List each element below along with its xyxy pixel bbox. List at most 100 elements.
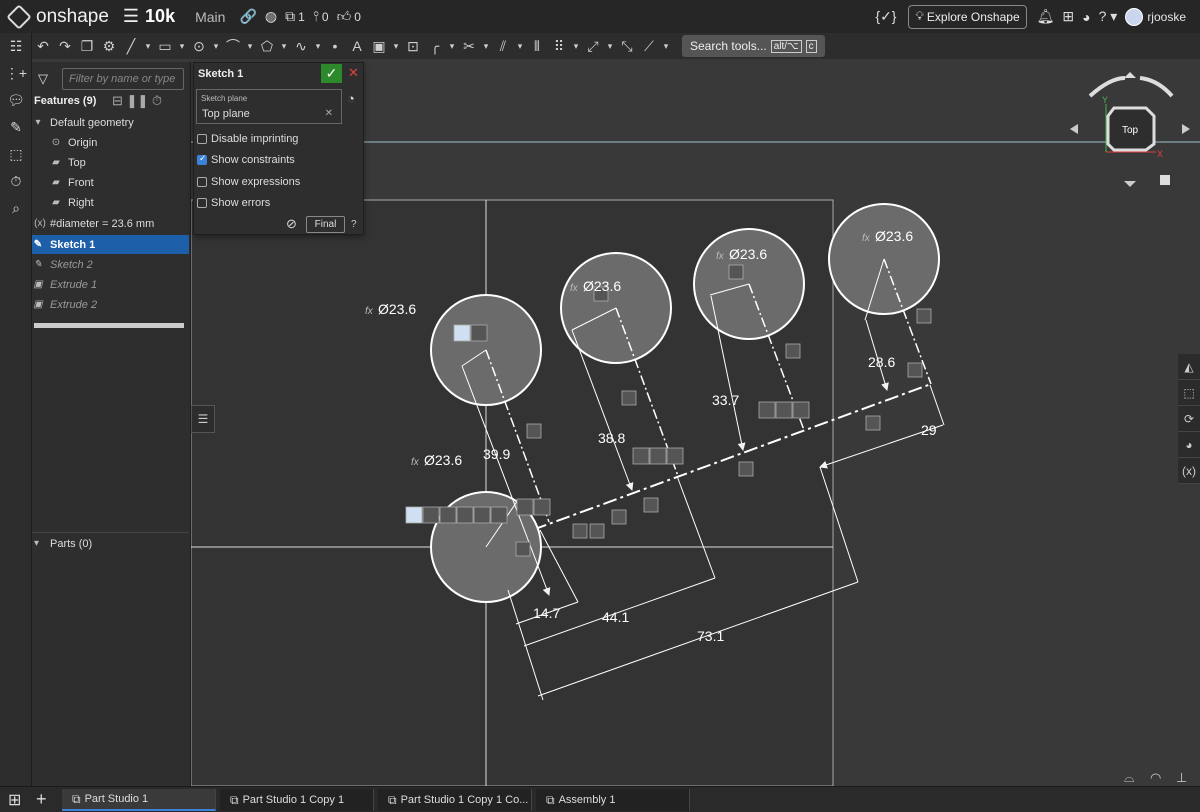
disable-imprinting-checkbox[interactable]: Disable imprinting [197, 133, 298, 145]
branch-name[interactable]: Main [195, 9, 225, 25]
named-views-icon[interactable]: ⟳ [1178, 406, 1200, 432]
rollback-bar[interactable] [34, 323, 184, 328]
chevron-down-icon[interactable]: ▾ [244, 41, 256, 52]
tab-part-studio-1-copy-1-copy[interactable]: ⧉ Part Studio 1 Copy 1 Co... [378, 789, 532, 811]
dimension-value[interactable]: 39.9 [483, 446, 510, 462]
add-tab-button[interactable]: + [36, 789, 47, 810]
chevron-down-icon[interactable]: ▾ [390, 41, 402, 52]
diameter-dimension[interactable]: Ø23.6 [424, 452, 462, 468]
circle-tool-icon[interactable]: ⊙ [188, 38, 210, 55]
render-icon[interactable]: ◕ [1178, 432, 1200, 458]
diameter-dimension[interactable]: Ø23.6 [583, 278, 621, 294]
final-button[interactable]: Final [306, 216, 345, 233]
undo-icon[interactable]: ↶ [32, 38, 54, 55]
feature-item[interactable]: ✎ Sketch 2 [32, 255, 189, 274]
learning-center-icon[interactable]: ◕ [1082, 9, 1090, 25]
search-tools-icon[interactable]: ⌕ [0, 195, 32, 222]
sketch-plane-field[interactable]: Sketch plane Top plane ✕ [196, 89, 342, 124]
dialog-clock-icon[interactable]: ◔ [347, 91, 355, 106]
globe-icon[interactable]: ◍ [265, 8, 277, 25]
feature-item[interactable]: ▰ Front [32, 173, 189, 192]
measure-icon[interactable]: ◠ [1150, 771, 1161, 786]
variables-icon[interactable]: ⋮+ [0, 60, 32, 87]
dimension-value[interactable]: 73.1 [697, 628, 724, 644]
settings-gear-icon[interactable]: ⚙ [98, 38, 120, 55]
compare-icon[interactable]: ⊘ [286, 216, 297, 232]
rotate-right-icon[interactable] [1182, 124, 1190, 134]
pattern-tool-icon[interactable]: ⠿ [548, 38, 570, 55]
variable-table-icon[interactable]: (x) [1178, 458, 1200, 484]
tab-assembly-1[interactable]: ⧉ Assembly 1 [536, 789, 690, 811]
filter-icon[interactable]: ▽ [38, 71, 48, 87]
cancel-button[interactable]: ✕ [348, 65, 359, 81]
offset-tool-icon[interactable]: ⫽ [492, 38, 514, 55]
feature-list-icon[interactable]: ☷ [0, 33, 32, 60]
show-constraints-checkbox[interactable]: Show constraints [197, 153, 295, 166]
chevron-down-icon[interactable]: ▾ [604, 41, 616, 52]
feature-item[interactable]: ▰ Top [32, 153, 189, 172]
chevron-down-icon[interactable]: ▾ [312, 41, 324, 52]
fillet-tool-icon[interactable]: ╭ [424, 38, 446, 55]
explore-onshape-button[interactable]: 💡︎ Explore Onshape [908, 4, 1027, 29]
avatar[interactable] [1125, 7, 1144, 26]
panel-list-icon[interactable]: ☰ [191, 405, 215, 433]
branches-button[interactable]: ⫯ 0 [313, 8, 329, 25]
chevron-down-icon[interactable]: ▾ [176, 41, 188, 52]
onshape-logo[interactable]: onshape [6, 3, 123, 30]
dimension-tool-icon[interactable]: ⟋ [638, 38, 660, 55]
checkbox[interactable] [197, 134, 207, 144]
notifications-bell-icon[interactable]: 🔔︎ [1037, 8, 1055, 25]
chevron-down-icon[interactable]: ▾ [210, 41, 222, 52]
comments-icon[interactable]: 💬︎ [0, 87, 32, 114]
section-view-icon[interactable]: ⌓ [1124, 771, 1134, 786]
feature-item[interactable]: ▣ Extrude 2 [32, 295, 189, 314]
dimension-value[interactable]: 29 [921, 422, 937, 438]
featurescript-icon[interactable]: {✓} [875, 8, 896, 25]
search-tools-button[interactable]: Search tools... alt/⌥ c [682, 35, 825, 57]
spline-tool-icon[interactable]: ∿ [290, 38, 312, 55]
view-cube[interactable]: Top Y X [1070, 72, 1190, 187]
apps-grid-icon[interactable]: ⊞ [1062, 8, 1074, 25]
rotate-up-arrow[interactable] [1124, 72, 1136, 78]
rotate-down-icon[interactable] [1124, 181, 1136, 187]
chevron-down-icon[interactable]: ▾ [514, 41, 526, 52]
feature-filter-input[interactable]: Filter by name or type [62, 68, 184, 90]
appearance-icon[interactable]: ◭ [1178, 354, 1200, 380]
construction-tool-icon[interactable]: ⤡ [616, 38, 638, 55]
polygon-tool-icon[interactable]: ⬠ [256, 38, 278, 55]
dimension-value[interactable]: 14.7 [533, 605, 560, 621]
menu-icon[interactable]: ☰ [123, 6, 139, 27]
checkbox[interactable] [197, 177, 207, 187]
redo-icon[interactable]: ↷ [54, 38, 76, 55]
chevron-down-icon[interactable]: ▾ [142, 41, 154, 52]
chevron-down-icon[interactable]: ▾ [570, 41, 582, 52]
help-icon[interactable]: ? ▾ [1099, 8, 1118, 25]
parts-list-header[interactable]: ▾ Parts (0) [32, 532, 189, 554]
insert-dxf-icon[interactable]: ⊡ [402, 38, 424, 55]
view-cube-menu-icon[interactable] [1160, 175, 1170, 185]
document-name[interactable]: 10k [145, 6, 175, 27]
transform-tool-icon[interactable]: ⤢ [582, 38, 604, 55]
help-icon[interactable]: ? [351, 219, 357, 230]
feature-header-icons[interactable]: ⊟ ❚❚ ⏱ [112, 93, 162, 109]
feature-item[interactable]: ▾ Default geometry [32, 113, 189, 132]
like-button[interactable]: 👍︎ 0 [337, 8, 361, 25]
notes-icon[interactable]: ✎ [0, 114, 32, 141]
rotate-left-icon[interactable] [1070, 124, 1078, 134]
chevron-down-icon[interactable]: ▾ [278, 41, 290, 52]
rotate-right-arrow[interactable] [1139, 76, 1174, 98]
rotate-left-arrow[interactable] [1088, 76, 1126, 98]
diameter-dimension[interactable]: Ø23.6 [875, 228, 913, 244]
copy-icon[interactable]: ❐ [76, 38, 98, 55]
mirror-tool-icon[interactable]: ⫴ [526, 38, 548, 55]
diameter-dimension[interactable]: Ø23.6 [729, 246, 767, 262]
chevron-down-icon[interactable]: ▾ [480, 41, 492, 52]
show-errors-checkbox[interactable]: Show errors [197, 197, 270, 209]
dimension-value[interactable]: 28.6 [868, 354, 895, 370]
point-tool-icon[interactable]: • [324, 38, 346, 54]
feature-item[interactable]: ✎ Sketch 1 [32, 235, 189, 254]
chevron-down-icon[interactable]: ▾ [660, 41, 672, 52]
parts-icon[interactable]: ⬚ [0, 141, 32, 168]
dimension-value[interactable]: 33.7 [712, 392, 739, 408]
dimension-value[interactable]: 44.1 [602, 609, 629, 625]
